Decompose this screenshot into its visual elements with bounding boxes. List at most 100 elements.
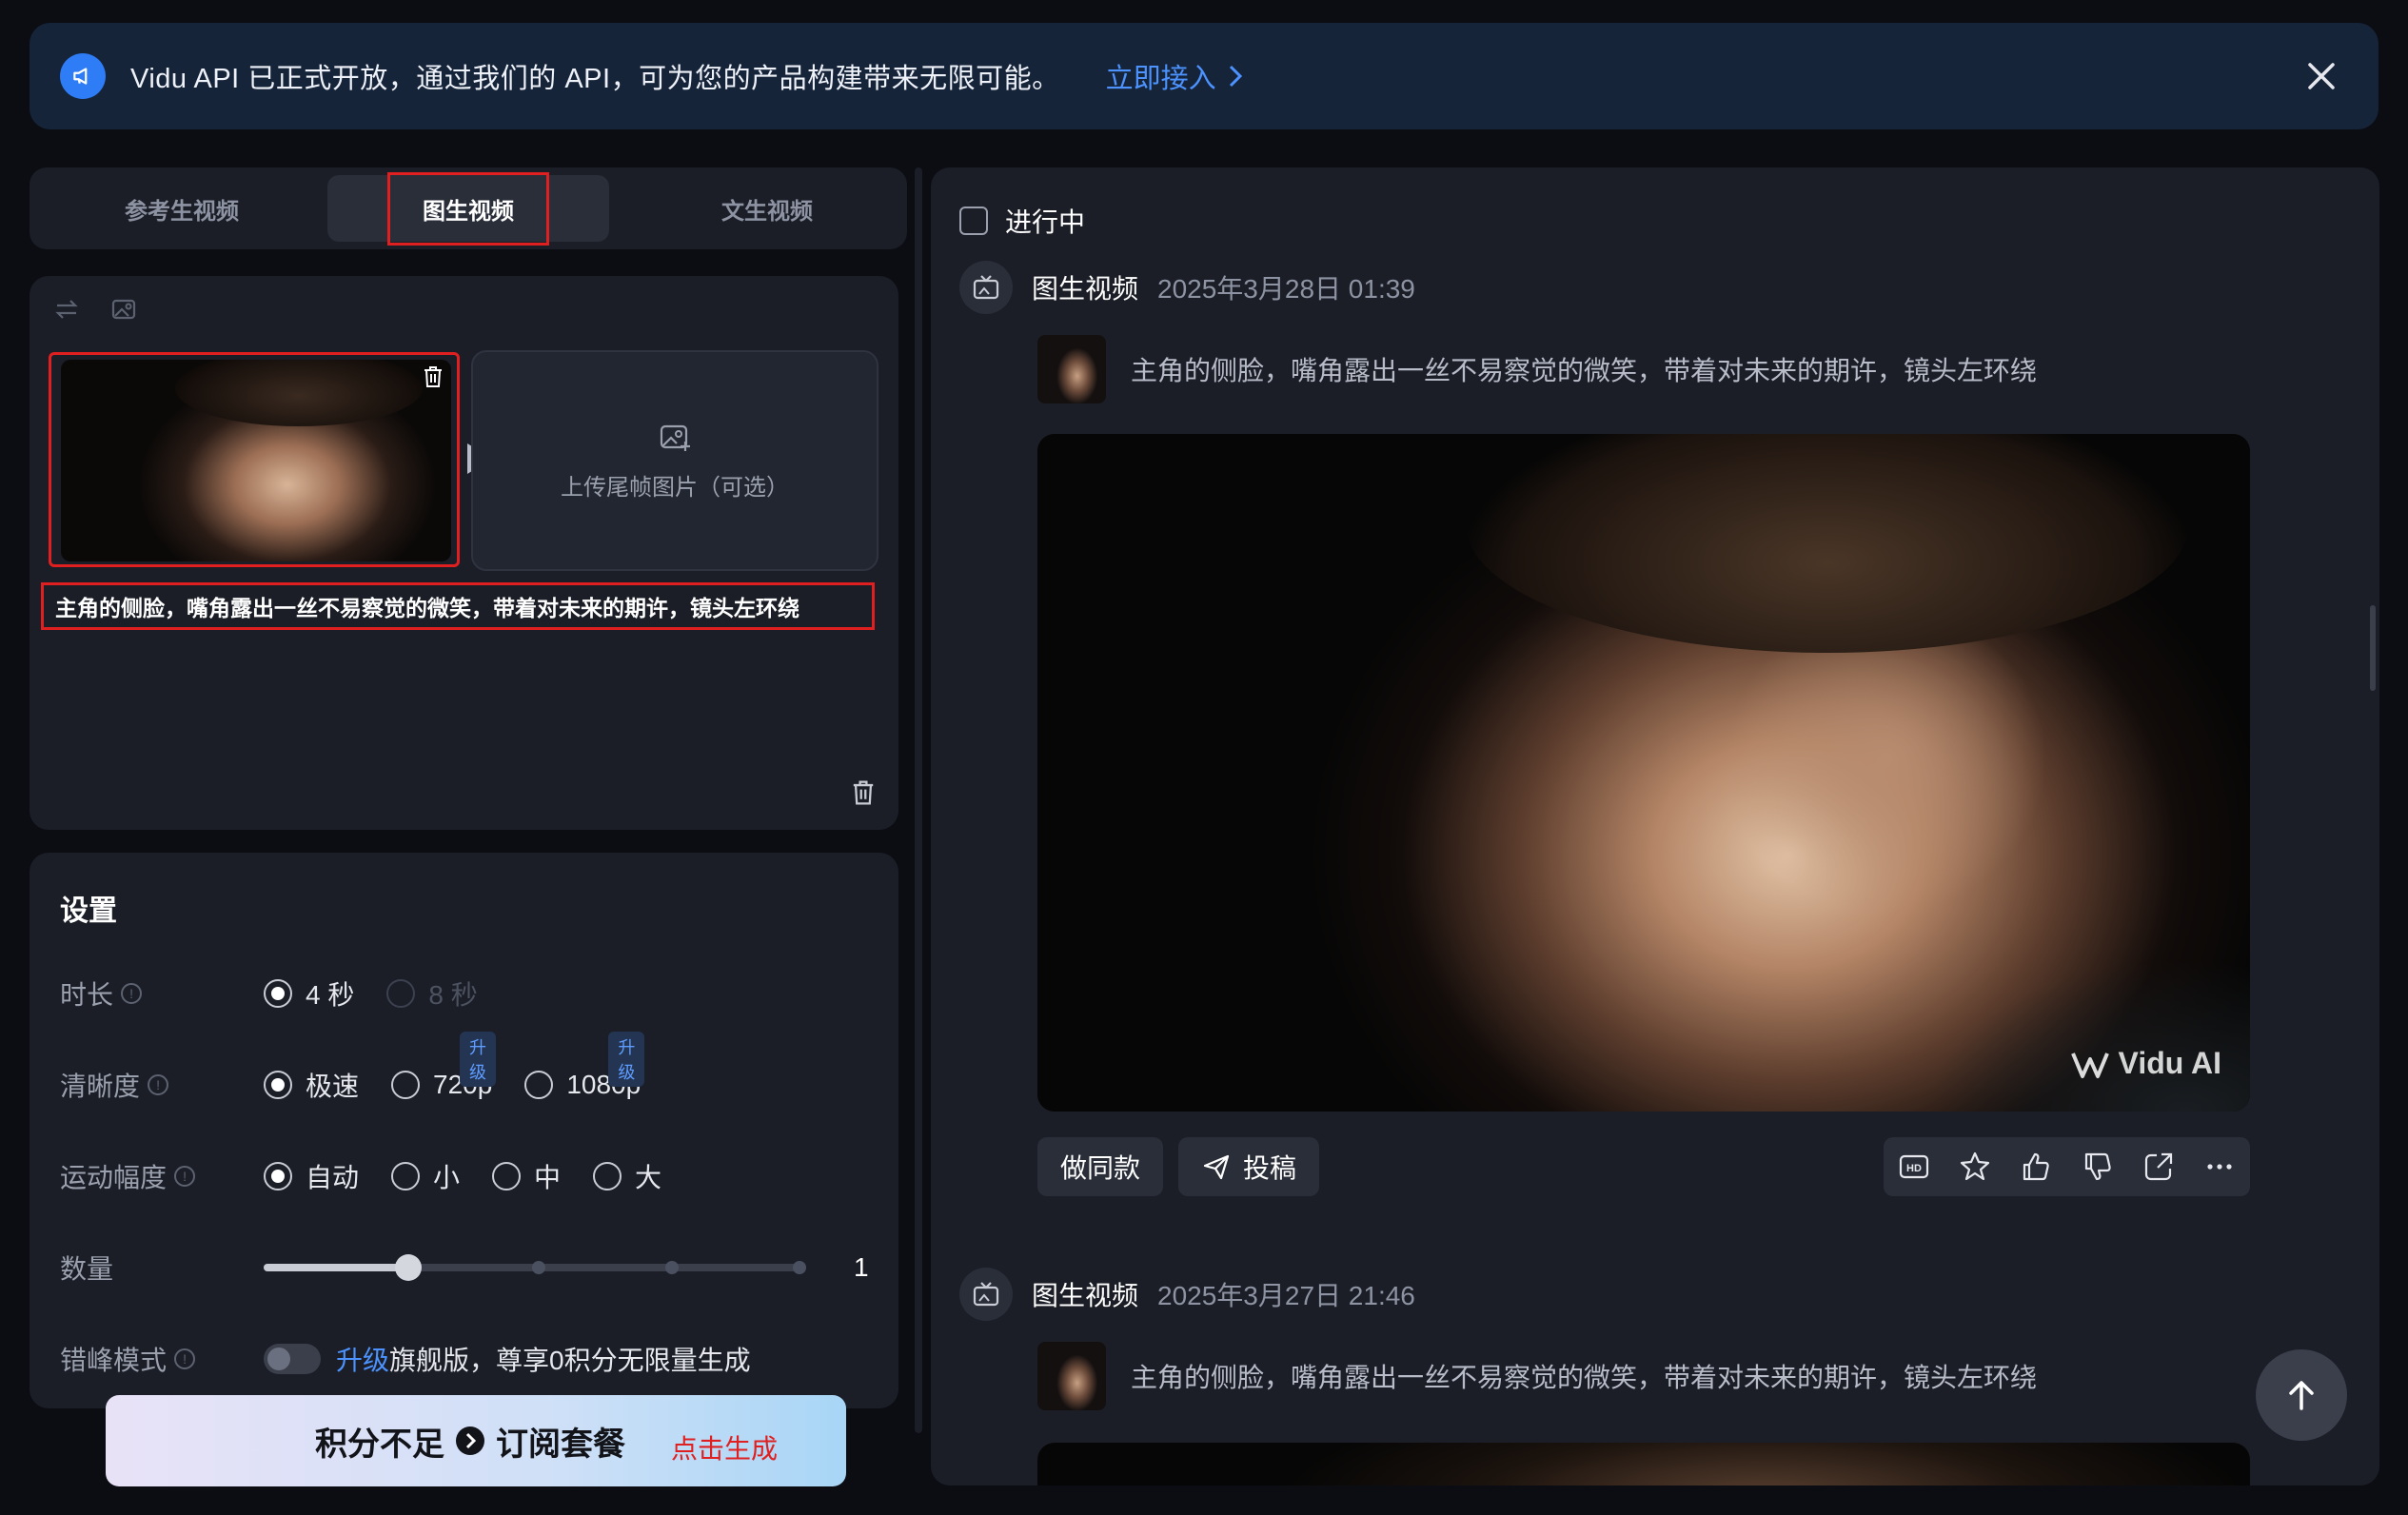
resolution-row: 清晰度! 极速 升级720p 升级1080p	[60, 1032, 673, 1104]
radio-icon[interactable]	[264, 1162, 292, 1190]
motion-label: 运动幅度	[60, 1163, 168, 1192]
submit-button[interactable]: 投稿	[1178, 1137, 1320, 1196]
source-thumbnail[interactable]	[1037, 335, 1106, 403]
motion-row: 运动幅度! 自动 小 中 大	[60, 1157, 694, 1195]
slider-step	[665, 1261, 679, 1274]
offpeak-toggle[interactable]	[264, 1344, 321, 1374]
end-frame-upload[interactable]: 上传尾帧图片（可选）	[471, 350, 878, 571]
motion-option-large[interactable]: 大	[593, 1157, 661, 1195]
motion-option-medium[interactable]: 中	[492, 1157, 561, 1195]
share-icon[interactable]	[2142, 1150, 2176, 1184]
slider-step	[793, 1261, 806, 1274]
generate-button[interactable]: 积分不足 订阅套餐 点击生成	[106, 1395, 846, 1486]
quantity-slider[interactable]	[264, 1254, 806, 1281]
radio-icon	[386, 979, 416, 1008]
thumbs-up-icon[interactable]	[2019, 1150, 2053, 1184]
prompt-input[interactable]: 主角的侧脸，嘴角露出一丝不易察觉的微笑，带着对未来的期许，镜头左环绕	[41, 582, 875, 630]
info-icon[interactable]: !	[174, 1348, 196, 1369]
offpeak-text: 旗舰版，尊享0积分无限量生成	[389, 1346, 751, 1375]
tab-reference-video[interactable]: 参考生视频	[39, 175, 325, 242]
cta-main: 积分不足 订阅套餐	[315, 1418, 625, 1465]
radio-icon[interactable]	[391, 1162, 421, 1190]
back-to-top-button[interactable]	[2256, 1349, 2347, 1441]
radio-icon[interactable]	[391, 1071, 421, 1099]
upgrade-badge[interactable]: 升级	[608, 1032, 645, 1087]
settings-panel: 设置 时长! 4 秒 8 秒 清晰度! 极速 升级720p 升级1080p 运动…	[30, 853, 898, 1408]
item-toolbar: HD	[1884, 1137, 2250, 1196]
duration-label: 时长	[60, 980, 114, 1010]
item-prompt-row: 主角的侧脸，嘴角露出一丝不易察觉的微笑，带着对未来的期许，镜头左环绕	[1037, 1342, 2037, 1410]
in-progress-filter[interactable]: 进行中	[959, 202, 1085, 240]
option-label: 大	[635, 1163, 662, 1192]
motion-option-small[interactable]: 小	[391, 1157, 460, 1195]
quantity-label: 数量	[60, 1254, 114, 1284]
banner-link-label[interactable]: 立即接入	[1106, 56, 1216, 96]
slider-handle[interactable]	[395, 1254, 422, 1281]
panel-divider[interactable]	[915, 167, 922, 1433]
item-time: 2025年3月27日 21:46	[1157, 1281, 1415, 1310]
info-icon[interactable]: !	[174, 1166, 196, 1187]
watermark-text: Vidu AI	[2118, 1046, 2221, 1080]
start-frame-image[interactable]	[49, 352, 460, 567]
tab-label: 文生视频	[721, 198, 813, 225]
more-icon[interactable]	[2202, 1150, 2237, 1184]
thumbs-down-icon[interactable]	[2081, 1150, 2115, 1184]
feed-item-header: 图生视频 2025年3月28日 01:39	[959, 261, 1415, 314]
slider-fill	[264, 1264, 408, 1271]
video-player[interactable]: Vidu AI	[1037, 434, 2250, 1112]
duration-option-4s[interactable]: 4 秒	[264, 974, 354, 1013]
option-label: 小	[433, 1163, 461, 1192]
source-thumbnail[interactable]	[1037, 1342, 1106, 1410]
item-type: 图生视频	[1032, 1281, 1139, 1310]
banner-link[interactable]: 立即接入	[1106, 56, 1245, 96]
megaphone-icon	[60, 53, 106, 99]
checkbox-icon[interactable]	[959, 207, 988, 235]
upgrade-link[interactable]: 升级	[336, 1340, 389, 1378]
clear-prompt-icon[interactable]	[847, 777, 879, 809]
motion-option-auto[interactable]: 自动	[264, 1157, 359, 1195]
image-upload-icon	[660, 424, 690, 451]
swap-icon[interactable]	[52, 295, 81, 324]
upgrade-badge[interactable]: 升级	[460, 1032, 497, 1087]
arrow-circle-icon	[456, 1426, 484, 1455]
cta-sub: 点击生成	[671, 1434, 779, 1464]
video-type-icon	[959, 1268, 1013, 1321]
resolution-option-fast[interactable]: 极速	[264, 1066, 359, 1104]
chevron-right-icon	[1229, 65, 1242, 88]
tab-image-to-video[interactable]: 图生视频	[327, 171, 609, 246]
option-label: 极速	[306, 1072, 360, 1101]
option-label: 自动	[306, 1163, 360, 1192]
start-frame-thumbnail	[61, 360, 451, 561]
video-player[interactable]	[1037, 1443, 2250, 1485]
feed-scrollbar[interactable]	[2370, 605, 2376, 691]
image-edit-icon[interactable]	[109, 295, 138, 324]
in-progress-label: 进行中	[1005, 207, 1086, 237]
upload-label: 上传尾帧图片（可选）	[561, 474, 789, 501]
radio-icon[interactable]	[593, 1162, 622, 1190]
tab-text-to-video[interactable]: 文生视频	[639, 175, 896, 242]
delete-image-icon[interactable]	[419, 363, 447, 391]
resolution-option-720p[interactable]: 升级720p	[391, 1032, 497, 1100]
hd-icon[interactable]: HD	[1897, 1150, 1931, 1184]
announcement-banner: Vidu API 已正式开放，通过我们的 API，可为您的产品构建带来无限可能。…	[30, 23, 2378, 129]
radio-icon[interactable]	[264, 979, 292, 1008]
arrow-up-icon	[2289, 1381, 2314, 1410]
duration-row: 时长! 4 秒 8 秒	[60, 974, 510, 1013]
info-icon[interactable]: !	[121, 983, 143, 1004]
item-type: 图生视频	[1032, 274, 1139, 304]
resolution-option-1080p[interactable]: 升级 1080p	[524, 1032, 645, 1100]
info-icon[interactable]: !	[148, 1074, 169, 1095]
radio-icon[interactable]	[524, 1071, 554, 1099]
offpeak-row: 错峰模式! 升级 旗舰版，尊享0积分无限量生成	[60, 1340, 751, 1378]
make-same-button[interactable]: 做同款	[1037, 1137, 1164, 1196]
slider-step	[532, 1261, 545, 1274]
radio-icon[interactable]	[492, 1162, 522, 1190]
banner-text: Vidu API 已正式开放，通过我们的 API，可为您的产品构建带来无限可能。	[130, 64, 1060, 94]
item-time: 2025年3月28日 01:39	[1157, 274, 1415, 304]
button-label: 投稿	[1243, 1153, 1297, 1183]
close-icon[interactable]	[2300, 55, 2342, 97]
star-icon[interactable]	[1958, 1150, 1992, 1184]
vidu-watermark: Vidu AI	[2069, 1046, 2221, 1081]
vidu-logo-icon	[2070, 1052, 2109, 1078]
radio-icon[interactable]	[264, 1071, 292, 1099]
